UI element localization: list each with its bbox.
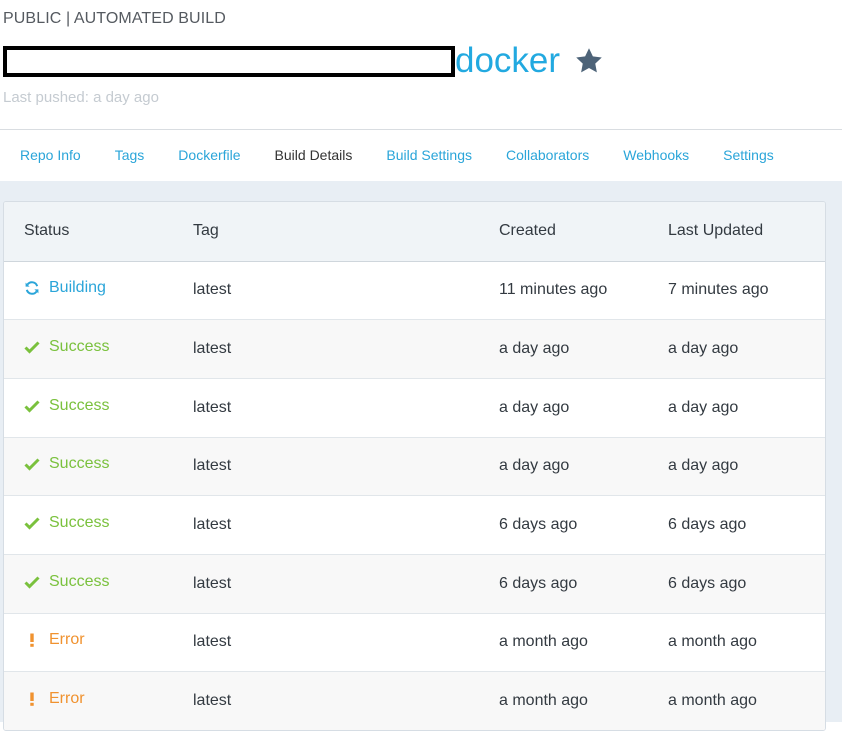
status-badge[interactable]: Error xyxy=(24,631,85,649)
status-cell: Success xyxy=(4,319,193,379)
status-label: Success xyxy=(49,396,110,414)
tag-cell: latest xyxy=(193,378,499,438)
tag-cell: latest xyxy=(193,437,499,497)
table-row[interactable]: Success latest 6 days ago 6 days ago xyxy=(4,554,825,614)
status-badge[interactable]: Success xyxy=(24,338,109,356)
tab-settings[interactable]: Settings xyxy=(706,130,791,181)
status-label: Success xyxy=(49,572,110,590)
status-label: Success xyxy=(49,338,110,356)
tag-cell: latest xyxy=(193,613,499,673)
status-label: Building xyxy=(49,279,106,297)
status-cell: Success xyxy=(4,495,193,555)
status-cell: Success xyxy=(4,378,193,438)
tag-cell: latest xyxy=(193,319,499,379)
status-badge[interactable]: Error xyxy=(24,690,85,708)
status-cell: Success xyxy=(4,437,193,497)
repo-tabs: Repo Info Tags Dockerfile Build Details Buil… xyxy=(0,129,842,182)
tab-webhooks[interactable]: Webhooks xyxy=(606,130,706,181)
tab-build-settings[interactable]: Build Settings xyxy=(369,130,489,181)
status-cell: Building xyxy=(4,261,193,321)
tab-build-details[interactable]: Build Details xyxy=(257,130,370,182)
status-label: Error xyxy=(49,690,85,708)
checkmark-icon xyxy=(24,515,40,531)
updated-cell: 6 days ago xyxy=(668,554,825,614)
status-label: Success xyxy=(49,514,110,532)
created-cell: 6 days ago xyxy=(499,495,668,555)
created-cell: 11 minutes ago xyxy=(499,261,668,321)
redacted-repo-owner xyxy=(3,45,455,77)
table-row[interactable]: Success latest a day ago a day ago xyxy=(4,378,825,438)
table-row[interactable]: Building latest 11 minutes ago 7 minutes ag… xyxy=(4,261,825,321)
status-badge[interactable]: Success xyxy=(24,455,109,473)
repo-name: docker xyxy=(455,41,561,80)
tag-cell: latest xyxy=(193,261,499,321)
header-tag[interactable]: Tag xyxy=(193,202,499,262)
star-icon[interactable] xyxy=(574,45,606,77)
builds-panel: Status Tag Created Last Updated Building… xyxy=(3,201,826,731)
repo-header: PUBLIC | AUTOMATED BUILD docker Last pus… xyxy=(0,0,842,130)
updated-cell: 6 days ago xyxy=(668,495,825,555)
header-created[interactable]: Created xyxy=(499,202,668,262)
builds-table: Status Tag Created Last Updated Building… xyxy=(4,202,825,730)
table-row[interactable]: Success latest 6 days ago 6 days ago xyxy=(4,495,825,555)
exclamation-icon xyxy=(24,632,40,648)
created-cell: a month ago xyxy=(499,613,668,673)
tab-dockerfile[interactable]: Dockerfile xyxy=(161,130,257,181)
build-details-content: Status Tag Created Last Updated Building… xyxy=(0,181,842,731)
repo-title-row: docker xyxy=(3,40,606,82)
tab-repo-info[interactable]: Repo Info xyxy=(0,130,98,181)
status-badge[interactable]: Success xyxy=(24,397,109,415)
updated-cell: 7 minutes ago xyxy=(668,261,825,321)
table-row[interactable]: Error latest a month ago a month ago xyxy=(4,613,825,673)
header-status[interactable]: Status xyxy=(4,202,193,262)
header-last-updated[interactable]: Last Updated xyxy=(668,202,825,262)
created-cell: a day ago xyxy=(499,378,668,438)
status-label: Error xyxy=(49,631,85,649)
table-header-row: Status Tag Created Last Updated xyxy=(4,202,825,262)
status-label: Success xyxy=(49,455,110,473)
created-cell: a day ago xyxy=(499,319,668,379)
status-cell: Success xyxy=(4,554,193,614)
refresh-icon xyxy=(24,280,40,296)
checkmark-icon xyxy=(24,339,40,355)
table-row[interactable]: Success latest a day ago a day ago xyxy=(4,319,825,379)
created-cell: a day ago xyxy=(499,437,668,497)
tab-tags[interactable]: Tags xyxy=(98,130,162,181)
table-row[interactable]: Success latest a day ago a day ago xyxy=(4,437,825,497)
last-pushed: Last pushed: a day ago xyxy=(3,89,159,106)
status-cell: Error xyxy=(4,613,193,673)
repo-type-label: PUBLIC | AUTOMATED BUILD xyxy=(3,10,226,27)
updated-cell: a day ago xyxy=(668,437,825,497)
checkmark-icon xyxy=(24,398,40,414)
updated-cell: a day ago xyxy=(668,378,825,438)
checkmark-icon xyxy=(24,574,40,590)
updated-cell: a day ago xyxy=(668,319,825,379)
status-badge[interactable]: Success xyxy=(24,514,109,532)
checkmark-icon xyxy=(24,456,40,472)
tag-cell: latest xyxy=(193,554,499,614)
status-badge[interactable]: Building xyxy=(24,279,106,297)
updated-cell: a month ago xyxy=(668,613,825,673)
tab-collaborators[interactable]: Collaborators xyxy=(489,130,606,181)
created-cell: 6 days ago xyxy=(499,554,668,614)
exclamation-icon xyxy=(24,691,40,707)
tag-cell: latest xyxy=(193,495,499,555)
status-badge[interactable]: Success xyxy=(24,573,109,591)
